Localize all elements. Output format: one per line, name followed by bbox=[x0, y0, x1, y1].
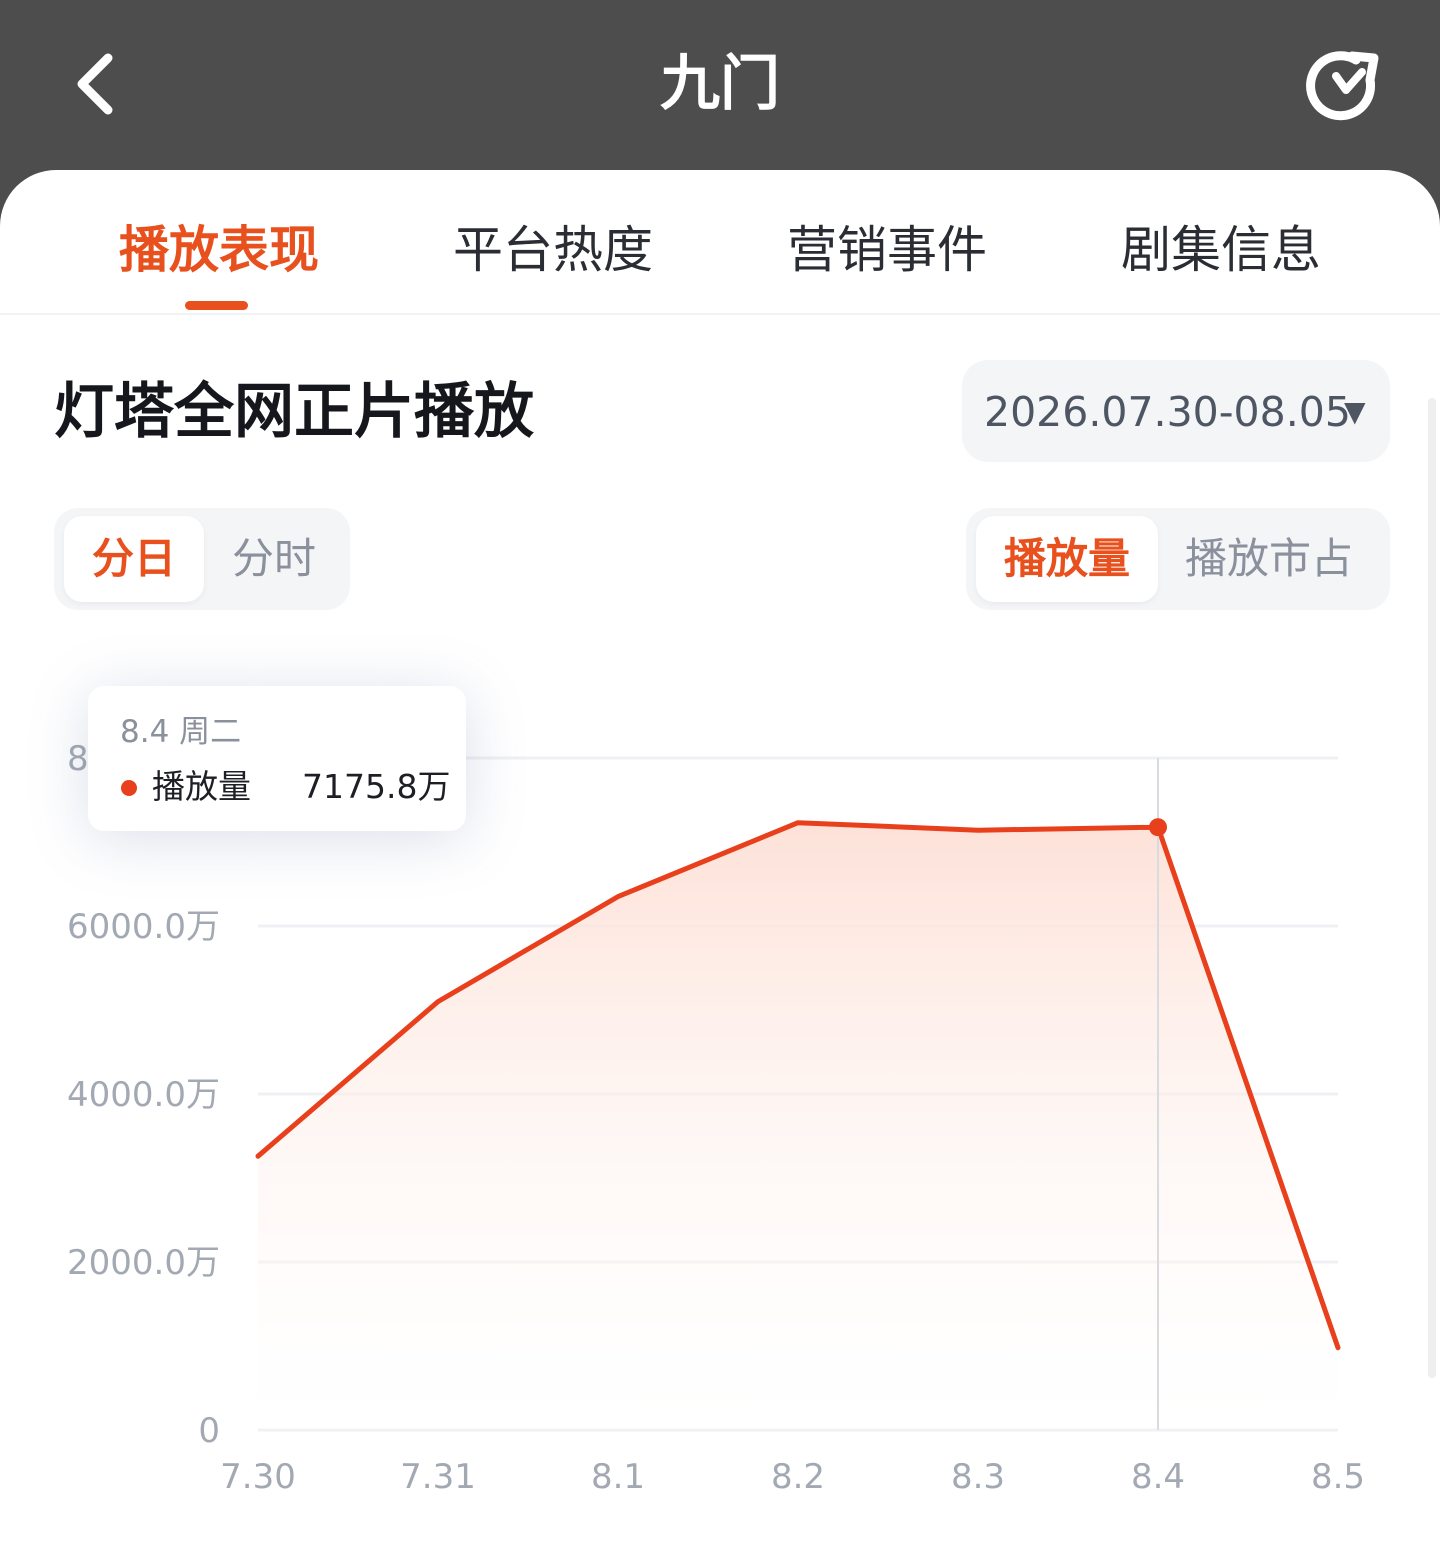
x-tick-label: 8.2 bbox=[771, 1457, 825, 1497]
series-area-fill bbox=[258, 822, 1338, 1430]
scrollbar[interactable] bbox=[1428, 398, 1436, 1378]
tooltip-date: 8.4 周二 bbox=[120, 714, 242, 750]
y-tick-label: 2000.0万 bbox=[67, 1243, 220, 1283]
y-tick-label: 4000.0万 bbox=[67, 1075, 220, 1115]
series-dot-icon bbox=[121, 780, 137, 796]
y-tick-label: 6000.0万 bbox=[67, 907, 220, 947]
x-tick-label: 8.3 bbox=[951, 1457, 1005, 1497]
page-title: 九门 bbox=[660, 49, 780, 119]
x-tick-label: 8.4 bbox=[1131, 1457, 1185, 1497]
content-card: 播放表现 平台热度 营销事件 剧集信息 灯塔全网正片播放 2026.07.30-… bbox=[0, 170, 1440, 1545]
y-tick-label: 0 bbox=[198, 1411, 220, 1451]
x-tick-label: 7.30 bbox=[220, 1457, 296, 1497]
x-tick-label: 7.31 bbox=[400, 1457, 476, 1497]
tooltip-series-label: 播放量 bbox=[152, 767, 251, 806]
chart-tooltip: 8.4 周二 播放量 7175.8万 bbox=[88, 686, 466, 831]
x-tick-label: 8.1 bbox=[591, 1457, 645, 1497]
play-count-chart[interactable]: 02000.0万4000.0万6000.0万8000.0万7.307.318.1… bbox=[0, 170, 1440, 1545]
x-tick-label: 8.5 bbox=[1311, 1457, 1365, 1497]
data-point[interactable] bbox=[1149, 818, 1167, 837]
top-bar: 九门 bbox=[0, 0, 1440, 160]
tooltip-value: 7175.8万 bbox=[302, 767, 451, 806]
refresh-button[interactable] bbox=[1300, 46, 1390, 126]
refresh-icon bbox=[1306, 51, 1379, 121]
